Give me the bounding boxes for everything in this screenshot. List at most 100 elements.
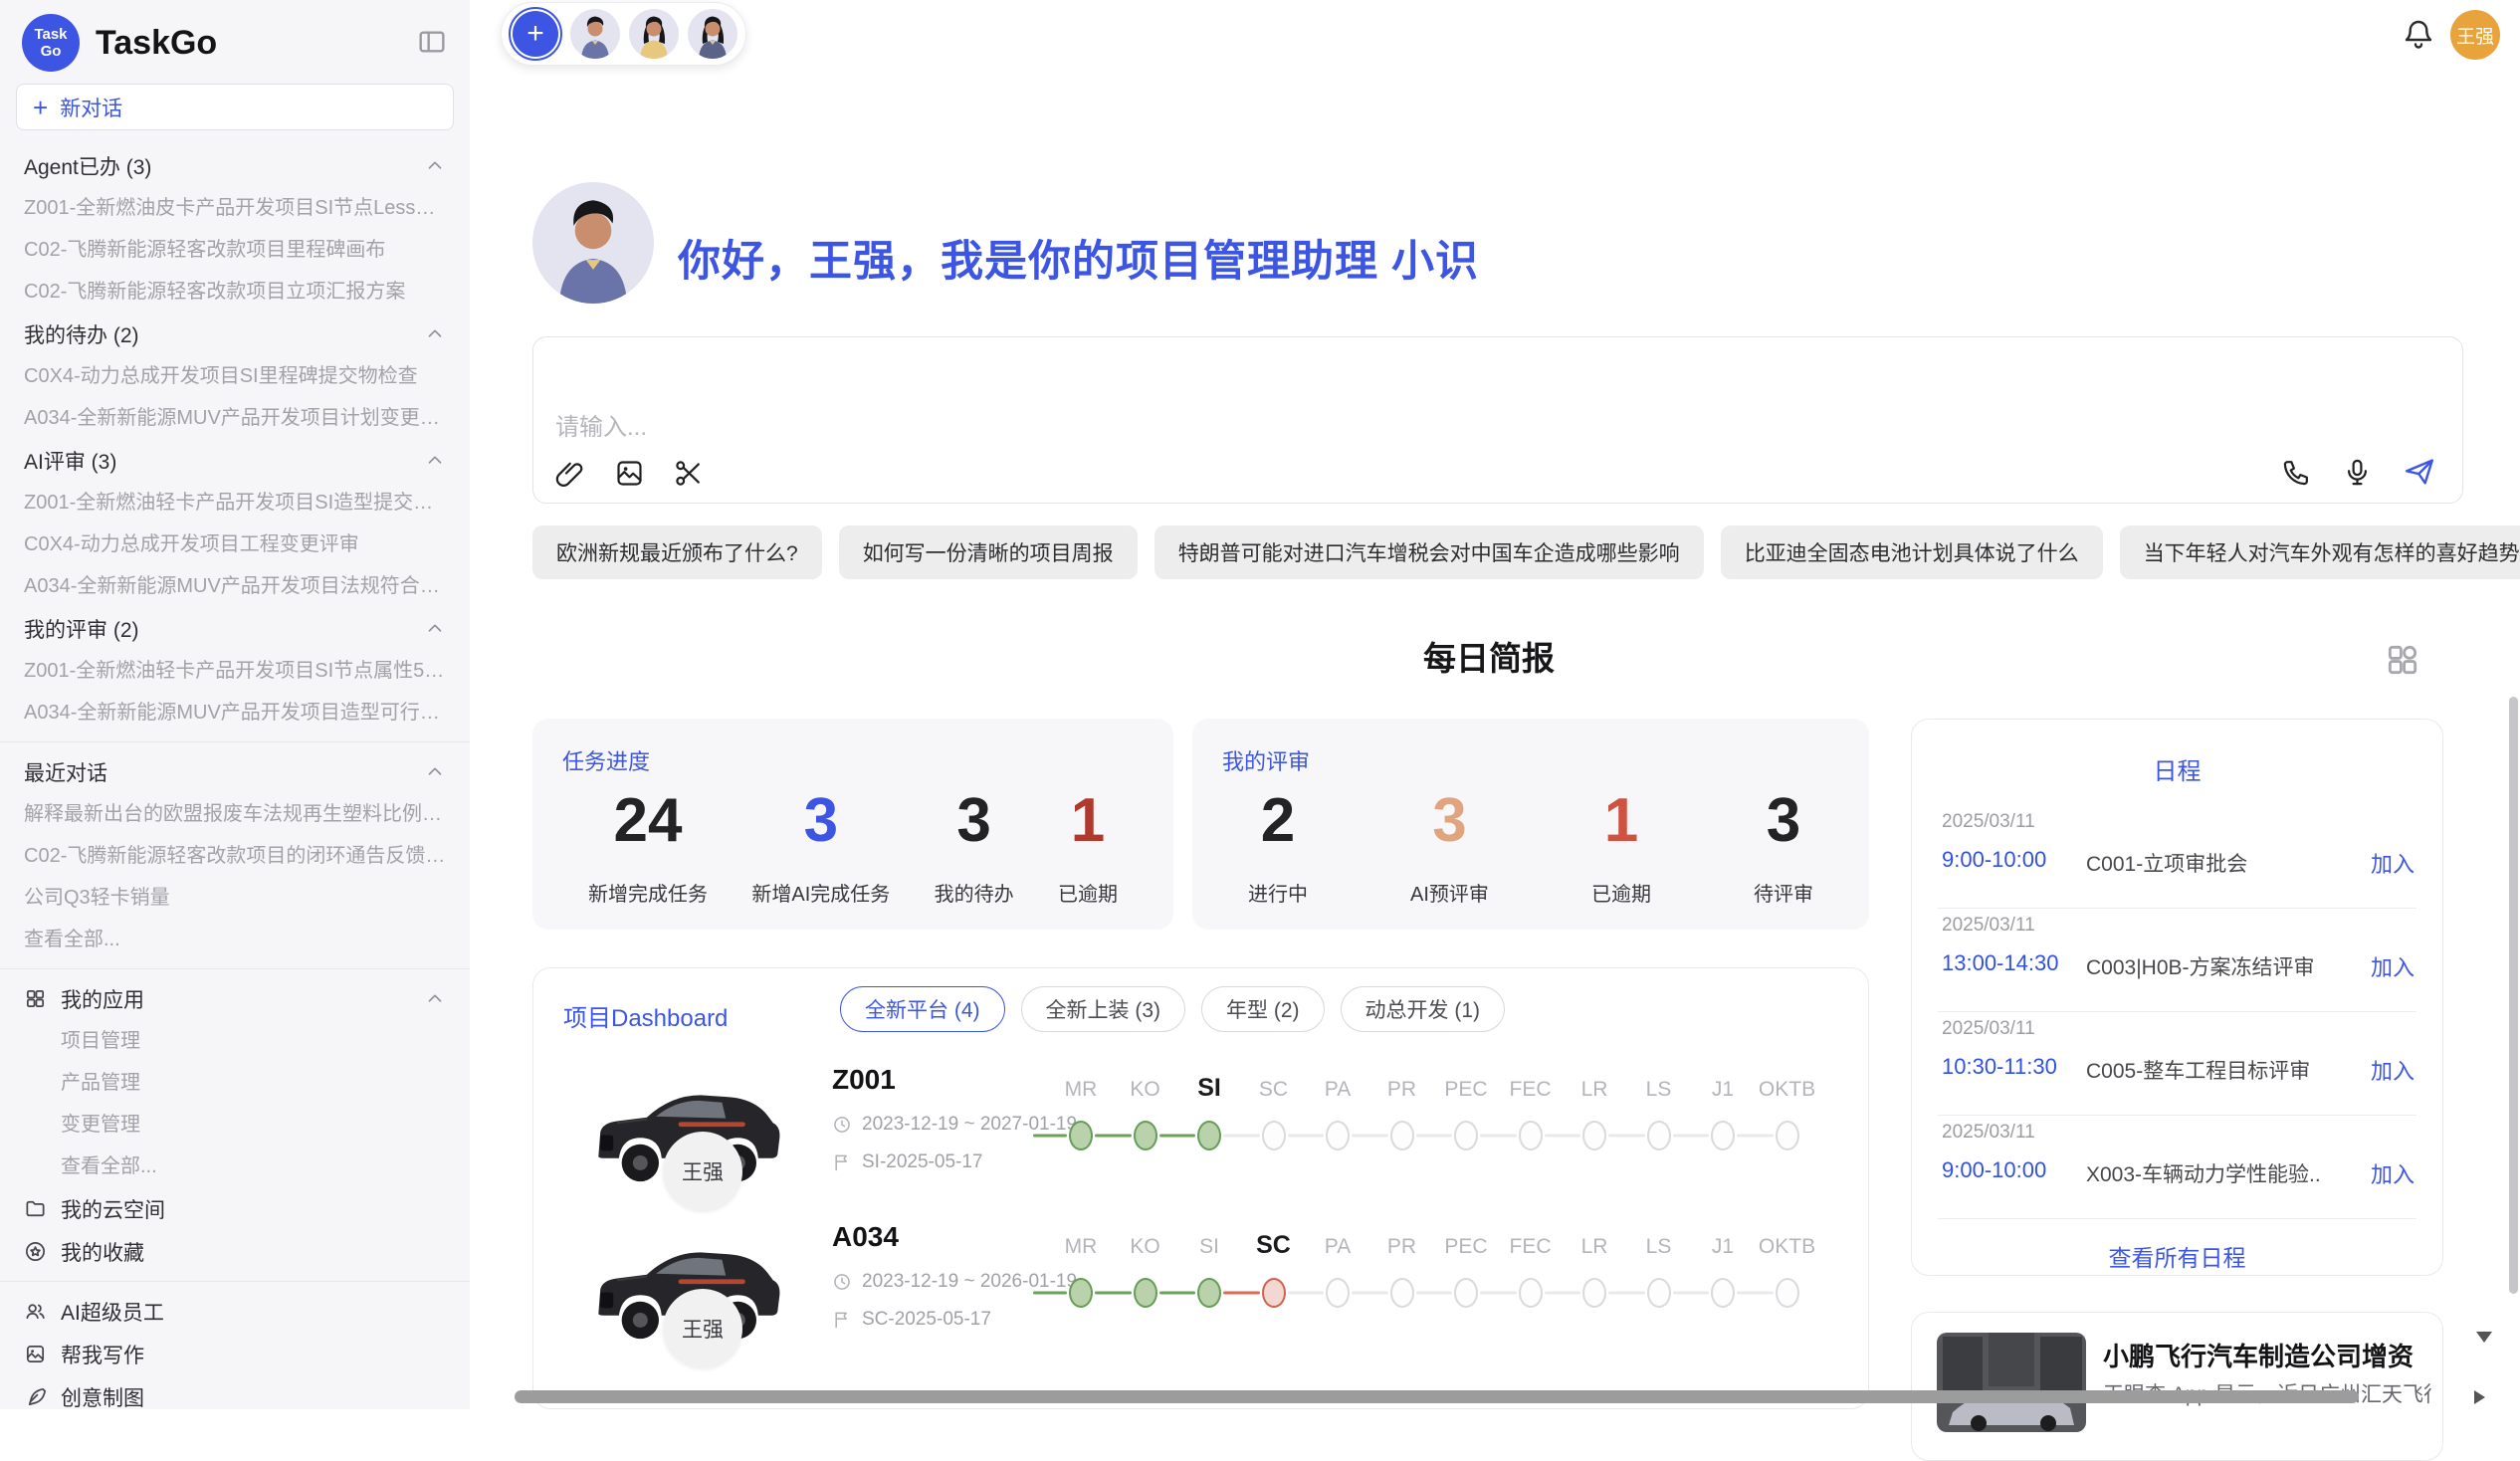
sidebar-list-item[interactable]: C02-飞腾新能源轻客改款项目立项汇报方案: [16, 271, 454, 313]
vertical-scrollbar-thumb[interactable]: [2509, 697, 2518, 1294]
suggestion-chip[interactable]: 欧洲新规最近颁布了什么?: [532, 525, 822, 579]
dashboard-tab[interactable]: 全新平台 (4): [840, 986, 1005, 1032]
stat: 3待评审: [1754, 786, 1813, 907]
scroll-down-arrow[interactable]: [2476, 1332, 2492, 1343]
add-agent-button[interactable]: +: [513, 11, 558, 57]
sidebar-section-header-my-apps[interactable]: 我的应用: [16, 977, 454, 1020]
sidebar-item-my-favorites[interactable]: 我的收藏: [16, 1230, 454, 1273]
sidebar-list-item[interactable]: 查看全部...: [16, 1146, 454, 1187]
milestone-node-FEC[interactable]: [1519, 1121, 1543, 1150]
project-row-Z001[interactable]: 王强Z0012023-12-19 ~ 2027-01-19SI-2025-05-…: [533, 1056, 1868, 1215]
sidebar-list-item[interactable]: 解释最新出台的欧盟报废车法规再生塑料比例被调至15%...: [16, 793, 454, 835]
milestone-node-MR[interactable]: [1069, 1278, 1093, 1308]
sidebar-section-header-my-todo[interactable]: 我的待办 (2): [16, 313, 454, 355]
milestone-node-FEC[interactable]: [1519, 1278, 1543, 1308]
milestone-node-J1[interactable]: [1711, 1278, 1735, 1308]
chevron-up-icon: [424, 155, 446, 177]
phone-call-icon[interactable]: [2281, 457, 2312, 488]
microphone-icon[interactable]: [2342, 457, 2373, 488]
milestone-node-SI[interactable]: [1197, 1121, 1221, 1150]
sidebar-list-item[interactable]: A034-全新新能源MUV产品开发项目造型可行性评审: [16, 692, 454, 733]
sidebar-list-item[interactable]: 项目管理: [16, 1020, 454, 1062]
collapse-sidebar-icon[interactable]: [416, 26, 448, 58]
sidebar-section-header-agent-done[interactable]: Agent已办 (3): [16, 144, 454, 187]
sidebar-item-creative-drawing[interactable]: 创意制图: [16, 1375, 454, 1409]
news-card[interactable]: 小鹏飞行汽车制造公司增资 天眼查 App 显示，近日广州汇天飞行汽: [1911, 1312, 2443, 1461]
sidebar-section-header-my-review[interactable]: 我的评审 (2): [16, 607, 454, 650]
schedule-event-title: X003-车辆动力学性能验...: [2086, 1158, 2320, 1188]
milestone-node-J1[interactable]: [1711, 1121, 1735, 1150]
user-avatar[interactable]: 王强: [2450, 10, 2500, 60]
milestone-node-KO[interactable]: [1134, 1278, 1157, 1308]
milestone-node-SI[interactable]: [1197, 1278, 1221, 1308]
milestone-node-OKTB[interactable]: [1776, 1278, 1799, 1308]
milestone-node-KO[interactable]: [1134, 1121, 1157, 1150]
sidebar-list-item[interactable]: C02-飞腾新能源轻客改款项目的闭环通告反馈情况: [16, 835, 454, 877]
sidebar-list-item[interactable]: 产品管理: [16, 1062, 454, 1104]
sidebar-list-item[interactable]: 变更管理: [16, 1104, 454, 1146]
milestone-node-LS[interactable]: [1647, 1278, 1671, 1308]
sidebar-list-item[interactable]: C0X4-动力总成开发项目SI里程碑提交物检查: [16, 355, 454, 397]
join-meeting-link[interactable]: 加入: [2371, 1054, 2415, 1086]
milestone-connector: [1033, 1135, 1067, 1138]
sidebar-list-item[interactable]: C02-飞腾新能源轻客改款项目里程碑画布: [16, 229, 454, 271]
sidebar-list-item[interactable]: 查看全部...: [16, 919, 454, 960]
milestone-node-LR[interactable]: [1582, 1121, 1606, 1150]
layout-grid-icon[interactable]: [2384, 641, 2421, 679]
scissors-icon[interactable]: [673, 458, 704, 489]
horizontal-scrollbar-thumb[interactable]: [515, 1390, 2359, 1403]
sidebar-list-item[interactable]: A034-全新新能源MUV产品开发项目计划变更表编写: [16, 397, 454, 439]
sidebar-list-item[interactable]: 公司Q3轻卡销量: [16, 877, 454, 919]
dashboard-tab[interactable]: 年型 (2): [1201, 986, 1325, 1032]
milestone-node-LR[interactable]: [1582, 1278, 1606, 1308]
schedule-item: 2025/03/119:00-10:00X003-车辆动力学性能验...加入: [1912, 1116, 2442, 1219]
milestone-node-PA[interactable]: [1326, 1121, 1350, 1150]
suggestion-chip[interactable]: 如何写一份清晰的项目周报: [839, 525, 1138, 579]
milestone-node-PEC[interactable]: [1454, 1121, 1478, 1150]
project-row-A034[interactable]: 王强A0342023-12-19 ~ 2026-01-19SC-2025-05-…: [533, 1213, 1868, 1372]
schedule-divider: [1938, 1218, 2416, 1219]
agent-avatar-2[interactable]: [629, 9, 679, 59]
sidebar-item-help-me-write[interactable]: 帮我写作: [16, 1333, 454, 1375]
join-meeting-link[interactable]: 加入: [2371, 847, 2415, 879]
stat-value: 3: [935, 786, 1014, 856]
suggestion-chip[interactable]: 比亚迪全固态电池计划具体说了什么: [1721, 525, 2103, 579]
sidebar-item-my-cloud[interactable]: 我的云空间: [16, 1187, 454, 1230]
sidebar-list-item[interactable]: C0X4-动力总成开发项目工程变更评审: [16, 523, 454, 565]
image-upload-icon[interactable]: [614, 458, 645, 489]
sidebar-section-header-ai-review[interactable]: AI评审 (3): [16, 439, 454, 482]
milestone-node-MR[interactable]: [1069, 1121, 1093, 1150]
milestone-node-PEC[interactable]: [1454, 1278, 1478, 1308]
sidebar-section-recent-chats: 最近对话解释最新出台的欧盟报废车法规再生塑料比例被调至15%...C02-飞腾新…: [16, 750, 454, 960]
dashboard-tab[interactable]: 动总开发 (1): [1341, 986, 1506, 1032]
scroll-right-arrow[interactable]: [2474, 1390, 2485, 1404]
milestone-node-SC[interactable]: [1262, 1121, 1286, 1150]
milestone-node-PR[interactable]: [1390, 1278, 1414, 1308]
sidebar-list-item[interactable]: Z001-全新燃油皮卡产品开发项目SI节点Lesson Learn报告: [16, 187, 454, 229]
sidebar-item-ai-super-staff[interactable]: AI超级员工: [16, 1290, 454, 1333]
agent-avatar-3[interactable]: [688, 9, 737, 59]
new-chat-button[interactable]: + 新对话: [16, 84, 454, 130]
attachment-icon[interactable]: [555, 458, 586, 489]
agent-avatar-1[interactable]: [570, 9, 620, 59]
suggestion-chip[interactable]: 特朗普可能对进口汽车增税会对中国车企造成哪些影响: [1155, 525, 1704, 579]
suggestion-chip[interactable]: 当下年轻人对汽车外观有怎样的喜好趋势: [2120, 525, 2520, 579]
sidebar-list-item[interactable]: A034-全新新能源MUV产品开发项目法规符合性评审: [16, 565, 454, 607]
milestone-node-OKTB[interactable]: [1776, 1121, 1799, 1150]
chat-input[interactable]: 请输入...: [532, 336, 2463, 504]
sidebar-item-label: 我的收藏: [61, 1237, 144, 1267]
notifications-bell-icon[interactable]: [2401, 16, 2436, 52]
milestone-node-SC[interactable]: [1262, 1278, 1286, 1308]
sidebar-section-header-recent-chats[interactable]: 最近对话: [16, 750, 454, 793]
join-meeting-link[interactable]: 加入: [2371, 1157, 2415, 1189]
milestone-node-PA[interactable]: [1326, 1278, 1350, 1308]
milestone-connector: [1545, 1135, 1581, 1138]
join-meeting-link[interactable]: 加入: [2371, 950, 2415, 982]
sidebar-list-item[interactable]: Z001-全新燃油轻卡产品开发项目SI造型提交物评审: [16, 482, 454, 523]
send-icon[interactable]: [2403, 455, 2436, 489]
milestone-node-PR[interactable]: [1390, 1121, 1414, 1150]
sidebar-list-item[interactable]: Z001-全新燃油轻卡产品开发项目SI节点属性5D文件评审: [16, 650, 454, 692]
dashboard-tab[interactable]: 全新上装 (3): [1021, 986, 1186, 1032]
view-all-schedule-link[interactable]: 查看所有日程: [1912, 1239, 2442, 1273]
milestone-node-LS[interactable]: [1647, 1121, 1671, 1150]
